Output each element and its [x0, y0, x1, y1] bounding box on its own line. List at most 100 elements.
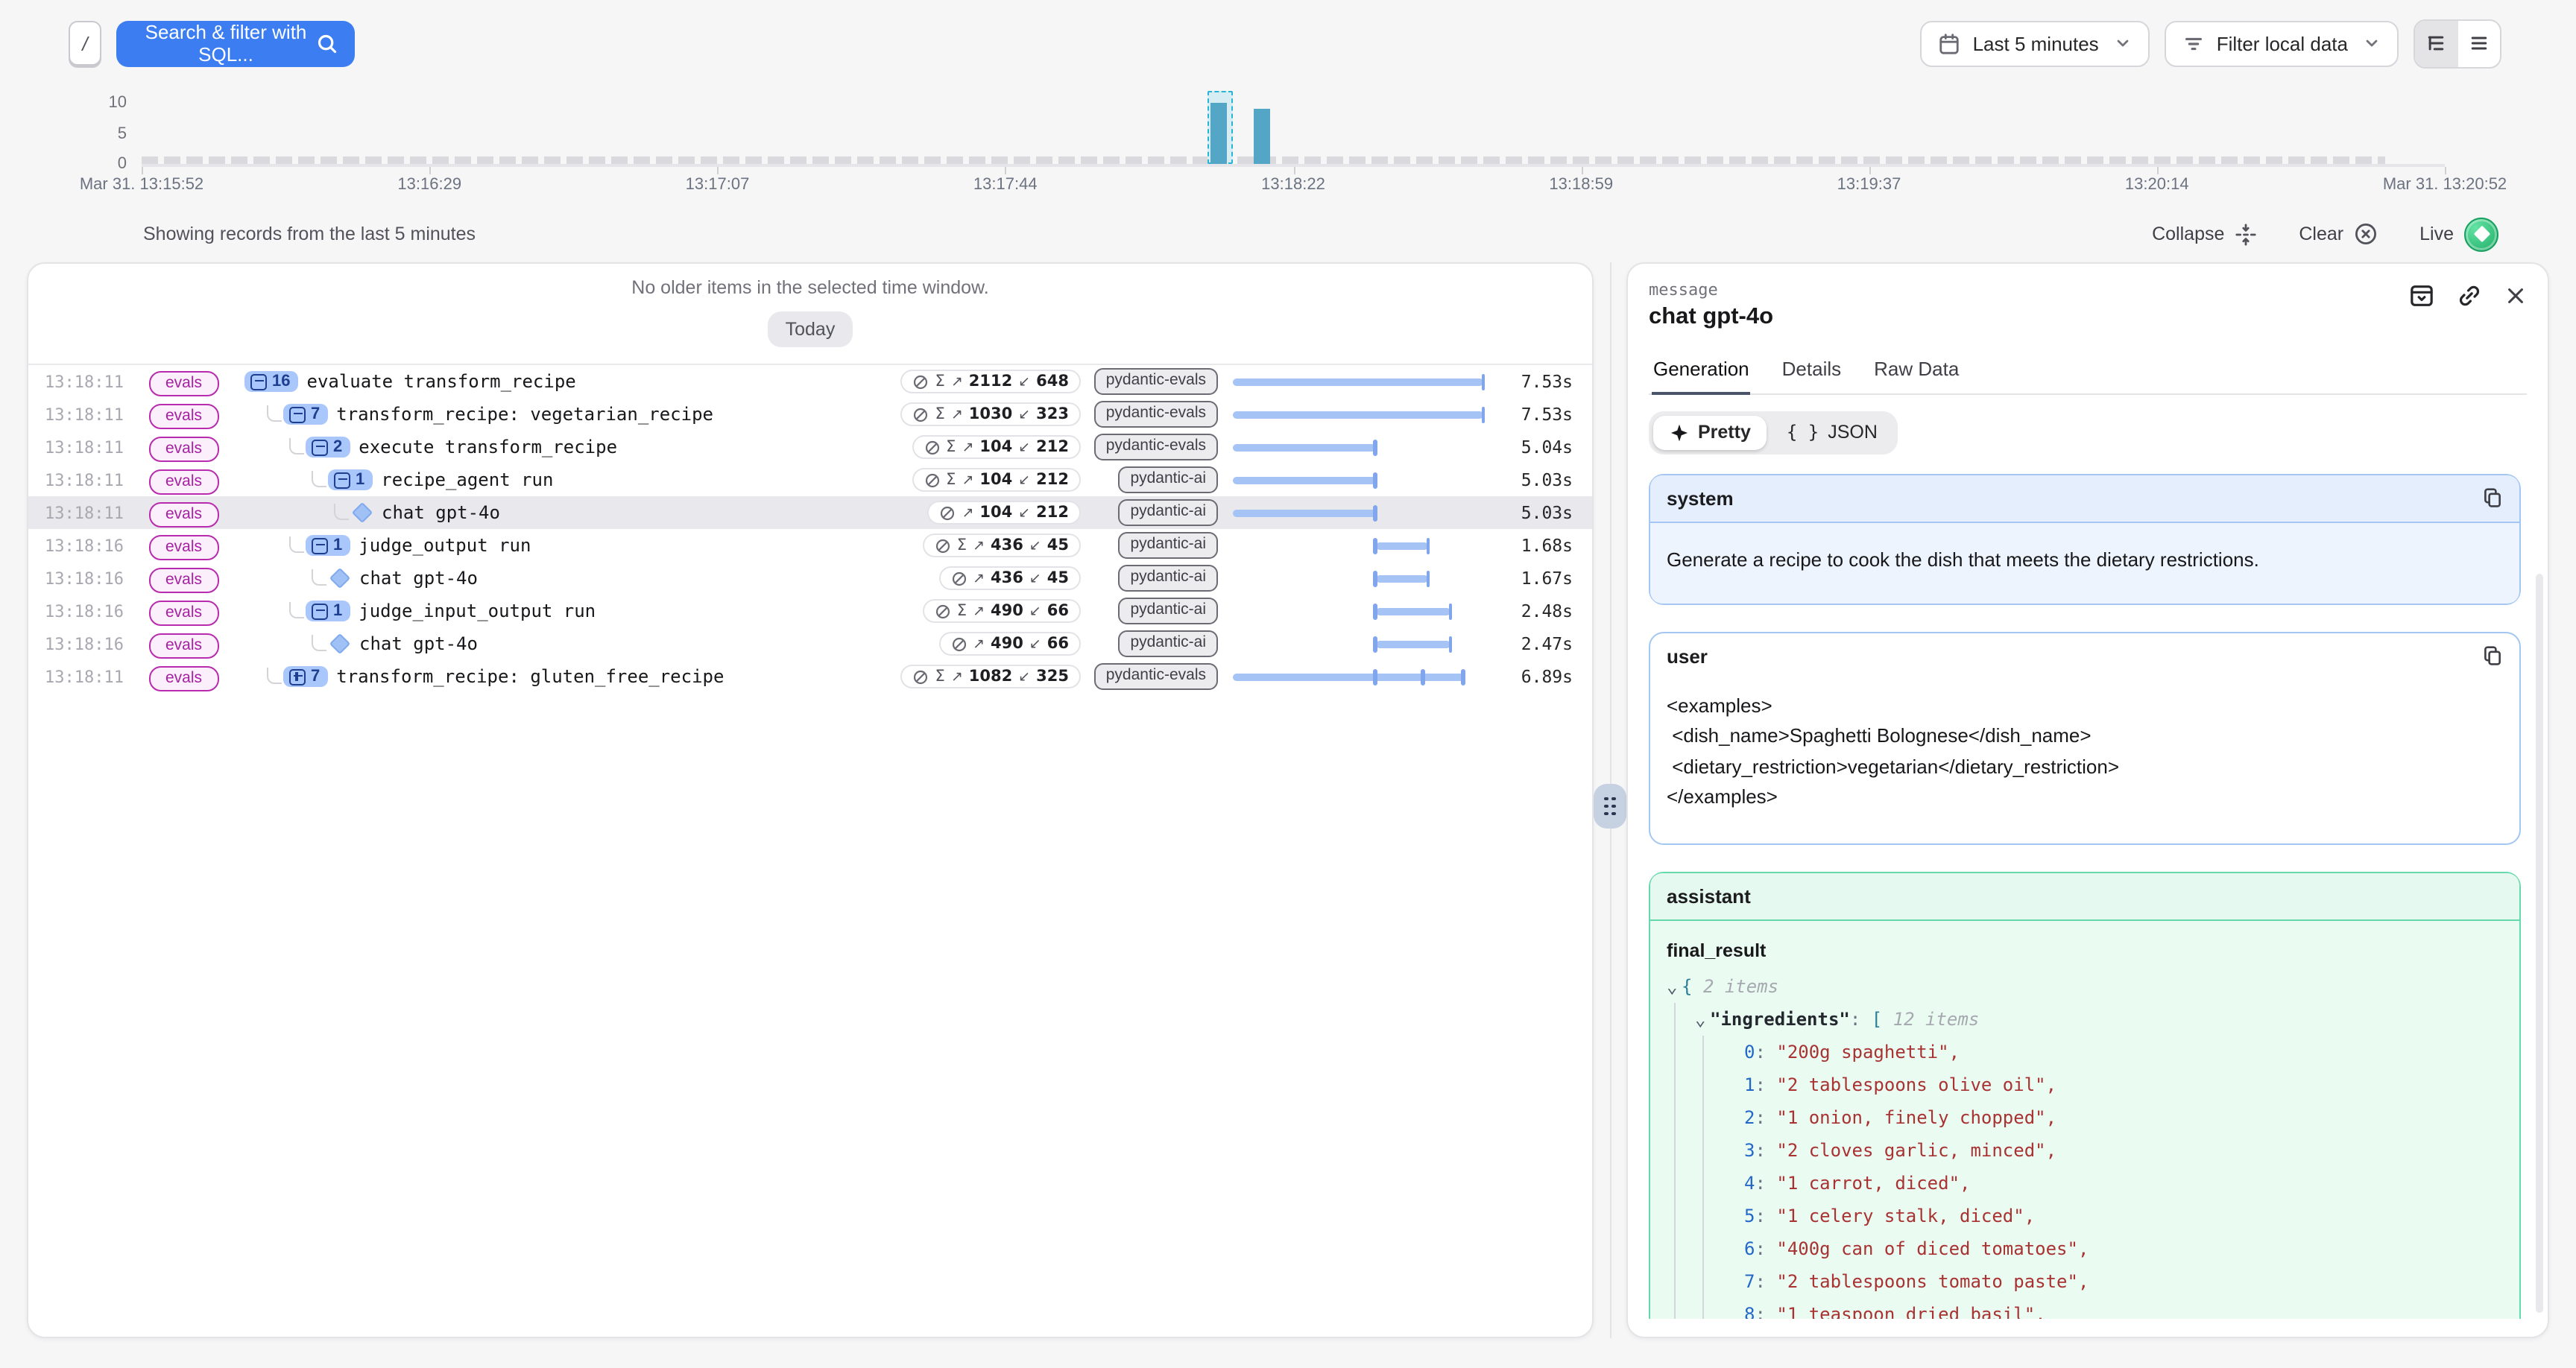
close-icon[interactable]: [2504, 285, 2527, 307]
trace-row[interactable]: 13:18:16evalschat gpt-4o↗490↙66pydantic-…: [28, 627, 1592, 660]
trace-row[interactable]: 13:18:11evals1recipe_agent runΣ↗104↙212p…: [28, 463, 1592, 496]
tab-raw-data[interactable]: Raw Data: [1872, 350, 1960, 393]
input-tokens-arrow-icon: ↗: [973, 603, 985, 619]
trace-row[interactable]: 13:18:16evalschat gpt-4o↗436↙45pydantic-…: [28, 562, 1592, 595]
copy-icon[interactable]: [2482, 487, 2503, 508]
x-axis-tick: [2157, 167, 2159, 174]
trace-row[interactable]: 13:18:11evals7transform_recipe: vegetari…: [28, 398, 1592, 431]
evals-badge[interactable]: evals: [149, 633, 218, 658]
row-timestamp: 13:18:16: [28, 536, 149, 555]
json-view-button[interactable]: { } JSON: [1770, 415, 1894, 449]
output-tokens-arrow-icon: ↙: [1018, 373, 1030, 390]
input-tokens-count: 104: [979, 504, 1012, 522]
token-usage-badge: ↗436↙45: [938, 566, 1081, 590]
splitter-drag-handle[interactable]: [1594, 784, 1626, 829]
expand-toggle[interactable]: 7: [283, 666, 327, 687]
scope-tag-badge: pydantic-ai: [1118, 500, 1218, 526]
expand-toggle[interactable]: 1: [306, 601, 350, 621]
time-range-select[interactable]: Last 5 minutes: [1921, 20, 2150, 66]
json-string-value: "2 tablespoons tomato paste",: [1776, 1270, 2089, 1291]
json-ingredients-line[interactable]: ⌄"ingredients": [ 12 items: [1695, 1002, 2503, 1035]
tree-connector: [289, 602, 304, 618]
tab-details[interactable]: Details: [1781, 350, 1843, 393]
filter-local-data-select[interactable]: Filter local data: [2165, 20, 2399, 66]
duration-bar-cap: [1448, 603, 1452, 619]
json-index: 0: [1744, 1041, 1755, 1062]
x-axis-tick: [142, 167, 143, 174]
open-in-drawer-icon[interactable]: [2409, 283, 2434, 308]
token-usage-badge: ↗490↙66: [938, 632, 1081, 656]
trace-row[interactable]: 13:18:11evals2execute transform_recipeΣ↗…: [28, 431, 1592, 463]
json-string-value: "2 tablespoons olive oil",: [1776, 1074, 2056, 1095]
span-name: chat gpt-4o: [359, 633, 478, 654]
row-duration: 7.53s: [1483, 404, 1592, 425]
message-cards: system Generate a recipe to cook the dis…: [1649, 473, 2527, 1337]
evals-badge[interactable]: evals: [149, 601, 218, 625]
list-view-button[interactable]: [2457, 20, 2500, 66]
token-usage-badge: Σ↗1030↙323: [901, 402, 1081, 426]
input-tokens-count: 104: [979, 471, 1012, 489]
chevron-down-icon: ⌄: [1695, 1002, 1710, 1035]
x-axis-tick-label: 13:18:22: [1261, 176, 1325, 194]
duration-bar-lane: [1233, 365, 1483, 398]
scope-tag-badge: pydantic-evals: [1094, 664, 1218, 690]
duration-bar: [1233, 378, 1483, 385]
final-result-label: final_result: [1667, 934, 2503, 966]
x-axis-tick: [429, 167, 431, 174]
span-detail-panel: message chat gpt-4o: [1626, 262, 2549, 1338]
json-root-line[interactable]: ⌄{ 2 items: [1667, 969, 2503, 1002]
copy-link-icon[interactable]: [2457, 283, 2482, 308]
output-tokens-arrow-icon: ↙: [1018, 406, 1030, 422]
scrollbar-thumb[interactable]: [2536, 574, 2543, 1313]
histogram-bar[interactable]: [1210, 103, 1227, 164]
tab-generation[interactable]: Generation: [1652, 350, 1751, 395]
token-usage-badge: Σ↗104↙212: [912, 468, 1081, 492]
evals-badge[interactable]: evals: [149, 502, 218, 527]
evals-badge[interactable]: evals: [149, 666, 218, 691]
trace-row[interactable]: 13:18:11evals16evaluate transform_recipe…: [28, 365, 1592, 398]
expand-toggle[interactable]: 16: [244, 371, 298, 392]
histogram-bar[interactable]: [1254, 109, 1270, 164]
input-tokens-count: 436: [991, 536, 1023, 554]
date-divider: Today: [28, 311, 1592, 347]
clear-button[interactable]: Clear: [2299, 222, 2378, 246]
trace-row[interactable]: 13:18:11evals7transform_recipe: gluten_f…: [28, 660, 1592, 693]
evals-badge[interactable]: evals: [149, 371, 218, 396]
row-duration: 5.03s: [1483, 469, 1592, 490]
duration-bar-cap: [1374, 636, 1377, 652]
expand-toggle[interactable]: 2: [306, 437, 350, 457]
evals-badge[interactable]: evals: [149, 437, 218, 461]
json-index: 6: [1744, 1238, 1755, 1258]
span-name: execute transform_recipe: [359, 437, 617, 457]
search-button[interactable]: Search & filter with SQL...: [116, 20, 355, 66]
span-name: transform_recipe: vegetarian_recipe: [336, 404, 713, 425]
duration-bar: [1376, 607, 1451, 615]
evals-badge[interactable]: evals: [149, 404, 218, 428]
duration-bar-cap: [1481, 406, 1485, 422]
input-tokens-arrow-icon: ↗: [962, 504, 973, 521]
braces-icon: { }: [1787, 422, 1819, 443]
row-duration: 5.04s: [1483, 437, 1592, 457]
tree-view-button[interactable]: [2415, 20, 2457, 66]
detail-header-actions: [2409, 280, 2527, 308]
trace-row[interactable]: 13:18:16evals1judge_output runΣ↗436↙45py…: [28, 529, 1592, 562]
evals-badge[interactable]: evals: [149, 568, 218, 592]
pretty-view-button[interactable]: Pretty: [1653, 415, 1767, 449]
trace-row[interactable]: 13:18:16evals1judge_input_output runΣ↗49…: [28, 595, 1592, 627]
evals-badge[interactable]: evals: [149, 469, 218, 494]
scope-tag-badge: pydantic-ai: [1118, 631, 1218, 657]
json-string-value: "200g spaghetti",: [1776, 1041, 1960, 1062]
expand-toggle[interactable]: 1: [306, 535, 350, 556]
collapse-icon: [2235, 223, 2257, 245]
evals-badge[interactable]: evals: [149, 535, 218, 560]
expand-toggle[interactable]: 1: [328, 469, 372, 490]
trace-tree-panel: No older items in the selected time wind…: [27, 262, 1594, 1338]
live-toggle-label: Live: [2419, 224, 2454, 244]
copy-icon[interactable]: [2482, 645, 2503, 666]
expand-toggle[interactable]: 7: [283, 404, 327, 425]
x-axis-tick: [1869, 167, 1871, 174]
span-title: chat gpt-4o: [1649, 304, 1773, 331]
collapse-button[interactable]: Collapse: [2152, 223, 2257, 245]
live-toggle[interactable]: Live: [2419, 217, 2498, 251]
trace-row[interactable]: 13:18:11evalschat gpt-4o↗104↙212pydantic…: [28, 496, 1592, 529]
